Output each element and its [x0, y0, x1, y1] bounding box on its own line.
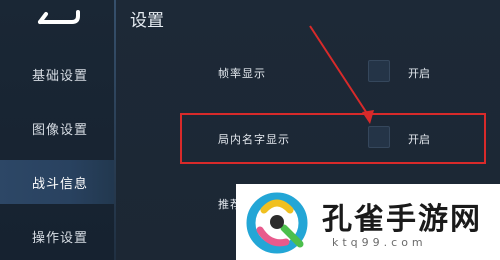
name-display-label: 局内名字显示	[218, 133, 290, 146]
sidebar-item-control-settings[interactable]: 操作设置	[0, 214, 114, 258]
sidebar-item-image-settings[interactable]: 图像设置	[0, 106, 114, 150]
framerate-display-label: 帧率显示	[218, 67, 266, 80]
sidebar-item-label: 基础设置	[32, 68, 89, 84]
sidebar-item-basic-settings[interactable]: 基础设置	[0, 52, 114, 96]
watermark-url: ktq99.com	[332, 236, 427, 249]
name-display-checkbox[interactable]	[368, 126, 390, 148]
sidebar: 基础设置 图像设置 战斗信息 操作设置	[0, 0, 115, 260]
framerate-display-on-label: 开启	[408, 67, 430, 80]
sidebar-item-label: 战斗信息	[32, 176, 89, 192]
page-title: 设置	[130, 11, 164, 31]
name-display-on-label: 开启	[408, 133, 430, 146]
watermark: 孔雀手游网 ktq99.com	[236, 184, 500, 260]
sidebar-item-label: 操作设置	[32, 230, 89, 246]
sidebar-item-label: 图像设置	[32, 122, 89, 138]
watermark-title: 孔雀手游网	[322, 202, 482, 237]
framerate-display-checkbox[interactable]	[368, 60, 390, 82]
watermark-logo-icon	[246, 192, 308, 254]
back-icon[interactable]	[32, 8, 82, 30]
sidebar-item-battle-info[interactable]: 战斗信息	[0, 160, 114, 204]
